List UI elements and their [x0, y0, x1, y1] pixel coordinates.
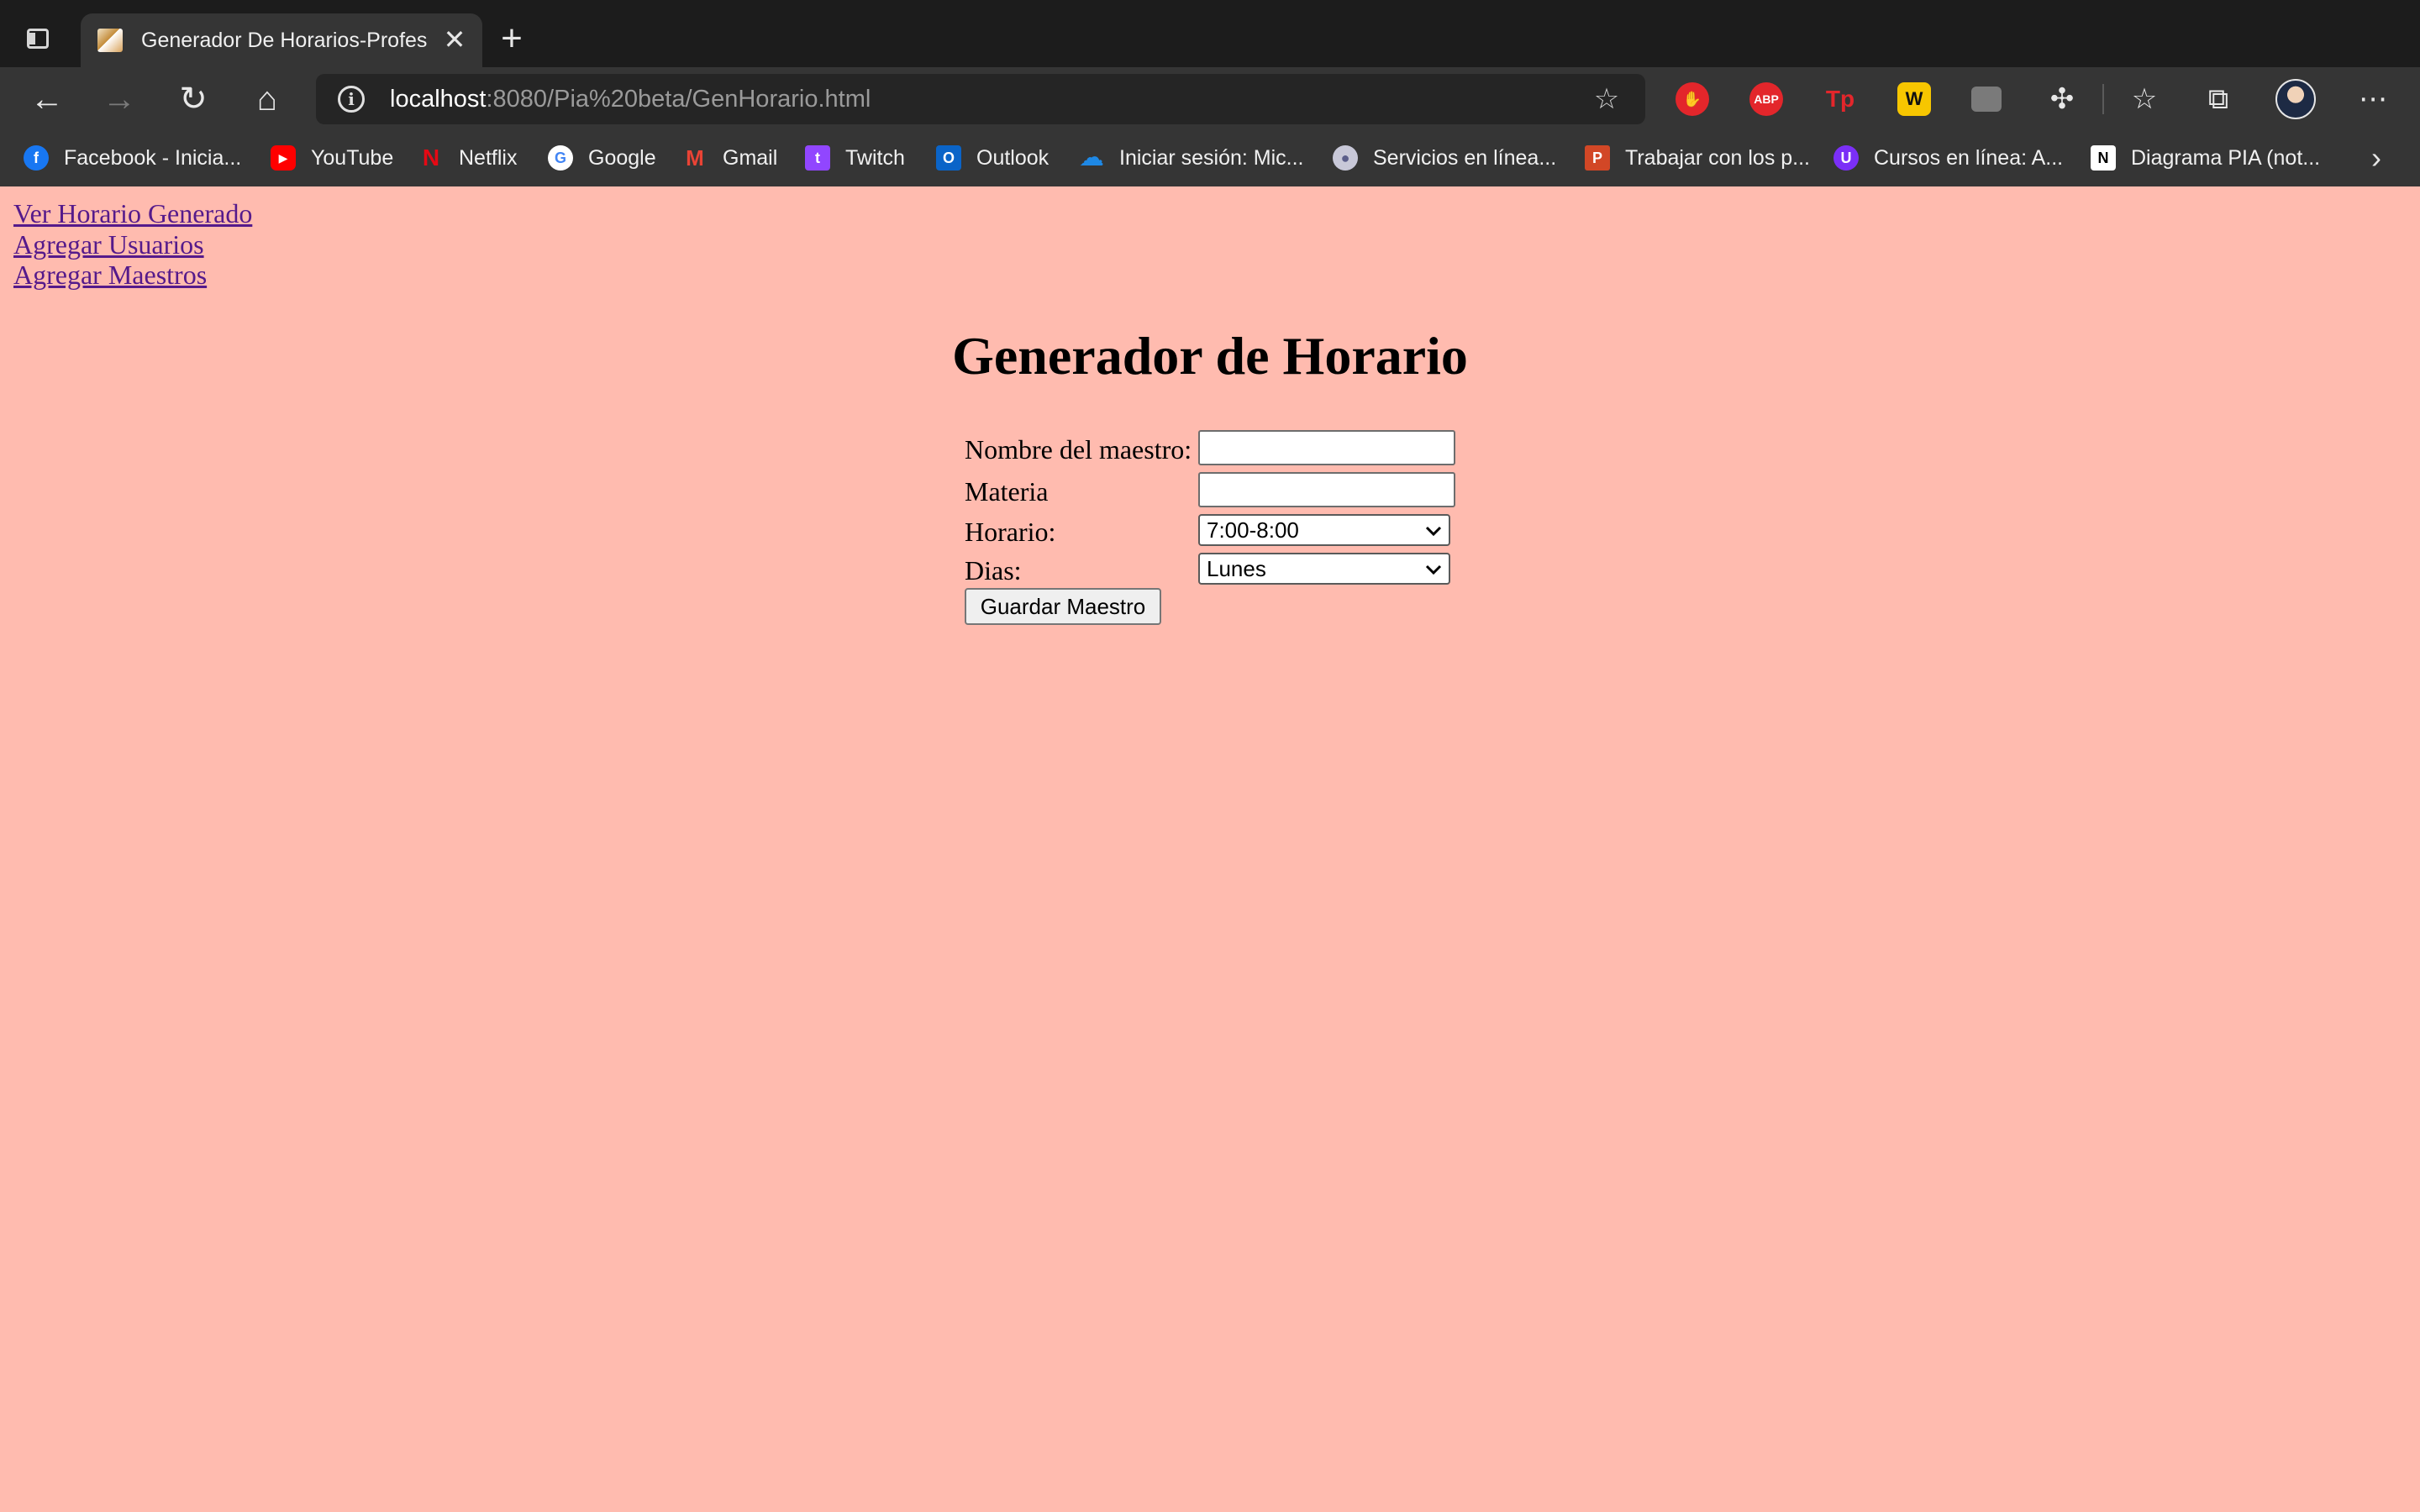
notion-icon: N	[2091, 145, 2116, 171]
extensions-puzzle-icon[interactable]: ✣	[2039, 76, 2086, 123]
bookmarks-bar: f Facebook - Inicia... ▶ YouTube N Netflix …	[0, 131, 2420, 186]
gmail-icon: M	[686, 145, 704, 171]
tab-active[interactable]: Generador De Horarios-Profes ✕	[81, 13, 482, 67]
course-icon: U	[1833, 145, 1859, 171]
back-icon[interactable]: ←	[24, 76, 71, 123]
tab-strip: Generador De Horarios-Profes ✕ +	[0, 0, 2420, 67]
bookmark-google[interactable]: G Google	[548, 141, 656, 175]
adblock-plus-icon[interactable]: ABP	[1749, 82, 1783, 116]
forward-icon[interactable]: →	[96, 76, 143, 123]
powerpoint-icon: P	[1585, 145, 1610, 171]
bookmark-label: Servicios en línea...	[1373, 145, 1557, 170]
bookmark-diagrama[interactable]: N Diagrama PIA (not...	[2091, 141, 2320, 175]
schedule-select[interactable]: 7:00-8:00	[1198, 514, 1450, 546]
days-selected-value: Lunes	[1207, 556, 1266, 581]
outlook-icon: O	[936, 145, 961, 171]
chevron-right-icon[interactable]: ›	[2361, 143, 2391, 173]
address-url[interactable]: localhost:8080/Pia%20beta/GenHorario.htm…	[390, 84, 871, 114]
address-bar[interactable]: i localhost:8080/Pia%20beta/GenHorario.h…	[316, 74, 1645, 124]
link-agregar-usuarios[interactable]: Agregar Usuarios	[13, 229, 252, 260]
teacher-name-input[interactable]	[1198, 430, 1455, 465]
bookmark-facebook[interactable]: f Facebook - Inicia...	[24, 141, 241, 175]
link-ver-horario[interactable]: Ver Horario Generado	[13, 198, 252, 229]
google-icon: G	[548, 145, 573, 171]
bookmark-label: Google	[588, 145, 656, 170]
favorites-icon[interactable]: ☆	[2121, 76, 2168, 123]
w-icon[interactable]: W	[1897, 82, 1931, 116]
bookmark-outlook[interactable]: O Outlook	[936, 141, 1049, 175]
bookmark-label: Twitch	[845, 145, 905, 170]
bookmark-cursos[interactable]: U Cursos en línea: A...	[1833, 141, 2063, 175]
facebook-icon: f	[24, 145, 49, 171]
nav-links: Ver Horario Generado Agregar Usuarios Ag…	[13, 198, 252, 291]
teacher-label: Nombre del maestro:	[965, 434, 1192, 465]
profile-avatar[interactable]	[2275, 79, 2316, 119]
toolbar-divider	[2102, 84, 2104, 114]
onedrive-icon: ☁	[1079, 144, 1104, 171]
bookmark-gmail[interactable]: M Gmail	[682, 141, 777, 175]
bookmark-label: Trabajar con los p...	[1625, 145, 1811, 170]
bookmark-youtube[interactable]: ▶ YouTube	[271, 141, 393, 175]
days-label: Dias:	[965, 555, 1022, 585]
home-icon[interactable]: ⌂	[244, 76, 291, 123]
tp-icon[interactable]: Tp	[1823, 82, 1857, 116]
bookmark-label: Netflix	[459, 145, 518, 170]
chevron-down-icon	[1425, 526, 1442, 537]
bookmark-label: Gmail	[723, 145, 778, 170]
site-info-icon[interactable]: i	[338, 86, 365, 113]
tab-title: Generador De Horarios-Profes	[141, 29, 428, 52]
url-host: localhost	[390, 86, 487, 113]
subject-input[interactable]	[1198, 472, 1455, 507]
stop-hand-icon[interactable]: ✋	[1676, 82, 1709, 116]
new-tab-icon[interactable]: +	[494, 20, 529, 57]
close-tab-icon[interactable]: ✕	[440, 25, 469, 54]
schedule-label: Horario:	[965, 517, 1056, 547]
page-title: Generador de Horario	[952, 326, 1468, 386]
page-content: Ver Horario Generado Agregar Usuarios Ag…	[0, 186, 2420, 1512]
tab-actions-icon[interactable]	[20, 22, 54, 55]
university-seal-icon: ●	[1333, 145, 1358, 171]
bookmark-label: Facebook - Inicia...	[64, 145, 242, 170]
days-select[interactable]: Lunes	[1198, 553, 1450, 585]
bookmark-label: Cursos en línea: A...	[1874, 145, 2064, 170]
bookmark-servicios[interactable]: ● Servicios en línea...	[1333, 141, 1556, 175]
link-agregar-maestros[interactable]: Agregar Maestros	[13, 260, 252, 291]
netflix-icon: N	[422, 144, 440, 171]
bookmark-twitch[interactable]: t Twitch	[805, 141, 905, 175]
twitch-icon: t	[805, 145, 830, 171]
save-teacher-button[interactable]: Guardar Maestro	[965, 588, 1161, 625]
bookmark-microsoft-login[interactable]: ☁ Iniciar sesión: Mic...	[1079, 141, 1304, 175]
picture-in-picture-icon[interactable]	[1971, 87, 2002, 112]
browser-window: Generador De Horarios-Profes ✕ + ← → ↻ ⌂…	[0, 0, 2420, 186]
bookmark-trabajar[interactable]: P Trabajar con los p...	[1585, 141, 1810, 175]
subject-label: Materia	[965, 476, 1049, 507]
page-favicon-icon	[97, 29, 123, 52]
youtube-icon: ▶	[271, 145, 296, 171]
reload-icon[interactable]: ↻	[170, 76, 217, 123]
bookmark-netflix[interactable]: N Netflix	[418, 141, 518, 175]
bookmark-label: YouTube	[311, 145, 394, 170]
collections-icon[interactable]: ⧉	[2195, 76, 2242, 123]
bookmark-label: Iniciar sesión: Mic...	[1119, 145, 1304, 170]
bookmark-label: Diagrama PIA (not...	[2131, 145, 2321, 170]
schedule-selected-value: 7:00-8:00	[1207, 517, 1299, 543]
bookmark-label: Outlook	[976, 145, 1050, 170]
more-menu-icon[interactable]: ⋯	[2349, 76, 2396, 123]
add-favorite-icon[interactable]: ☆	[1591, 84, 1622, 114]
toolbar: ← → ↻ ⌂ i localhost:8080/Pia%20beta/GenH…	[0, 67, 2420, 131]
chevron-down-icon	[1425, 564, 1442, 575]
url-path: :8080/Pia%20beta/GenHorario.html	[486, 86, 871, 113]
